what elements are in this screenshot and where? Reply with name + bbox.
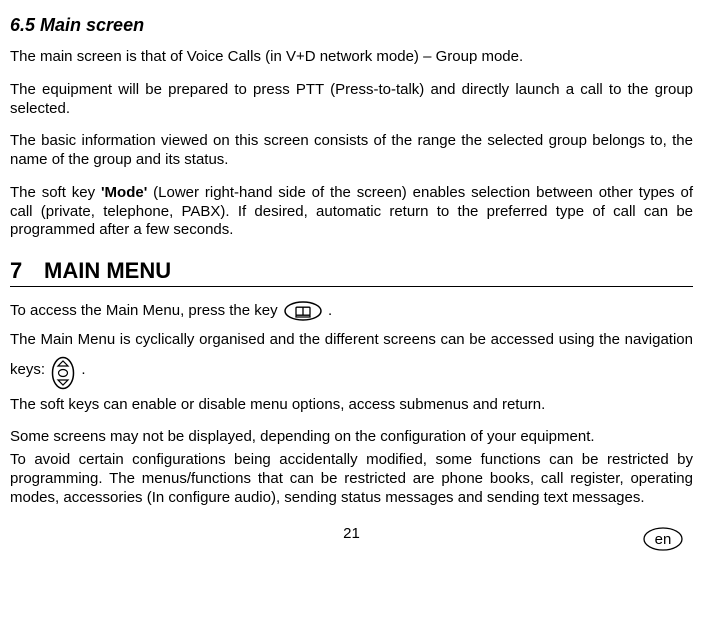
p2-part-a: The Main Menu is cyclically organised an…	[10, 331, 693, 378]
menu-key-icon	[284, 301, 322, 321]
section-7-p4: Some screens may not be displayed, depen…	[10, 428, 693, 447]
section-rule	[10, 286, 693, 287]
section-6-5-p4: The soft key 'Mode' (Lower right-hand si…	[10, 184, 693, 240]
lang-text: en	[655, 531, 672, 548]
section-7-p5: To avoid certain configurations being ac…	[10, 451, 693, 507]
mode-label: 'Mode'	[101, 184, 147, 201]
p1-part-a: To access the Main Menu, press the key	[10, 302, 282, 319]
p1-part-b: .	[328, 302, 332, 319]
section-7-heading: 7MAIN MENU	[10, 258, 693, 284]
section-7-title: MAIN MENU	[44, 258, 171, 283]
page-number: 21	[343, 525, 360, 542]
section-6-5-p3: The basic information viewed on this scr…	[10, 132, 693, 170]
section-6-5-p2: The equipment will be prepared to press …	[10, 81, 693, 119]
page-footer: 21 en	[10, 525, 693, 555]
section-6-5-heading: 6.5 Main screen	[10, 15, 693, 36]
p4-part-a: The soft key	[10, 184, 101, 201]
language-badge: en	[643, 527, 683, 551]
section-7-p3: The soft keys can enable or disable menu…	[10, 396, 693, 415]
section-7-number: 7	[10, 258, 44, 284]
section-7-p1: To access the Main Menu, press the key .	[10, 301, 693, 321]
section-7-p2: The Main Menu is cyclically organised an…	[10, 331, 693, 390]
navigation-key-icon	[51, 356, 75, 396]
section-6-5-p1: The main screen is that of Voice Calls (…	[10, 48, 693, 67]
p2-part-b: .	[81, 361, 85, 378]
